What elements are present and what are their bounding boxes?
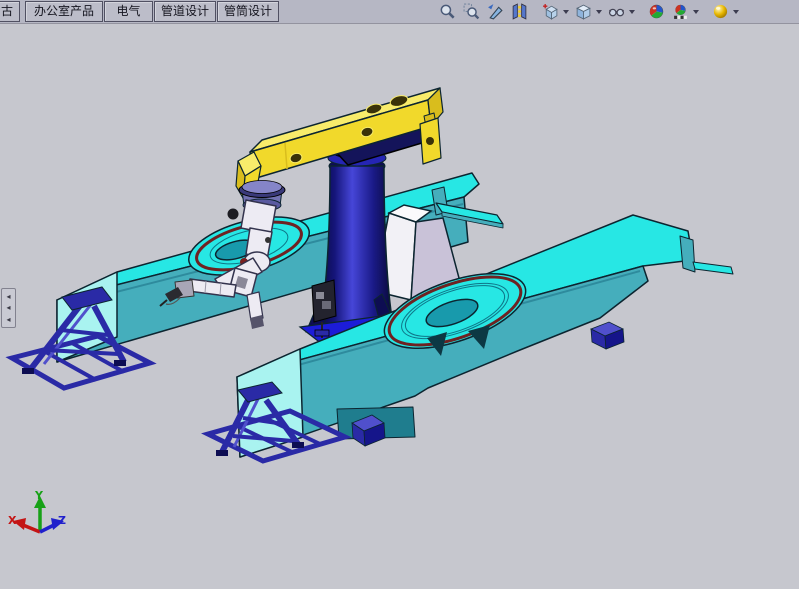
apply-scene-icon (672, 3, 689, 20)
x-axis-label: X (8, 514, 17, 527)
view-orientation-button[interactable] (540, 2, 561, 22)
collapse-arrow-icon: ◂ (6, 293, 10, 301)
zoom-to-area-button[interactable] (461, 2, 482, 22)
view-orientation-icon (542, 3, 559, 20)
previous-view-icon (487, 3, 504, 20)
view-toolbar (437, 1, 740, 22)
view-settings-dropdown[interactable] (733, 10, 739, 14)
display-style-dropdown[interactable] (596, 10, 602, 14)
collapse-arrow-icon: ◂ (6, 304, 10, 312)
view-orientation-dropdown[interactable] (563, 10, 569, 14)
display-style-icon (575, 3, 592, 20)
robot-joint-knob (228, 209, 239, 220)
robot-mount-flange (242, 181, 282, 194)
zoom-to-fit-icon (439, 3, 456, 20)
command-bar: 古 办公室产品 电气 管道设计 管筒设计 (0, 0, 799, 24)
hide-show-items-dropdown[interactable] (629, 10, 635, 14)
solidworks-window: X Y Z 古 办公室产品 电气 管道设计 管筒设计 (0, 0, 799, 589)
section-view-button[interactable] (509, 2, 530, 22)
tab-tubing-design[interactable]: 管筒设计 (217, 1, 279, 22)
zoom-to-fit-button[interactable] (437, 2, 458, 22)
display-style-button[interactable] (573, 2, 594, 22)
graphics-viewport[interactable]: X Y Z (0, 0, 799, 589)
zoom-to-area-icon (463, 3, 480, 20)
z-axis-label: Z (58, 514, 66, 527)
apply-scene-dropdown[interactable] (693, 10, 699, 14)
view-settings-button[interactable] (710, 2, 731, 22)
hide-show-items-icon (608, 3, 625, 20)
apply-scene-button[interactable] (670, 2, 691, 22)
edit-appearance-button[interactable] (646, 2, 667, 22)
view-settings-icon (712, 3, 729, 20)
edit-appearance-icon (648, 3, 665, 20)
y-axis-label: Y (34, 489, 44, 502)
feature-panel-splitter[interactable]: ◂ ◂ ◂ (1, 288, 16, 328)
tab-partial[interactable]: 古 (0, 1, 20, 22)
hide-show-items-button[interactable] (606, 2, 627, 22)
tab-piping-design[interactable]: 管道设计 (154, 1, 216, 22)
previous-view-button[interactable] (485, 2, 506, 22)
tab-office-products[interactable]: 办公室产品 (25, 1, 103, 22)
tab-electrical[interactable]: 电气 (104, 1, 153, 22)
section-view-icon (511, 3, 528, 20)
collapse-arrow-icon: ◂ (6, 316, 10, 324)
